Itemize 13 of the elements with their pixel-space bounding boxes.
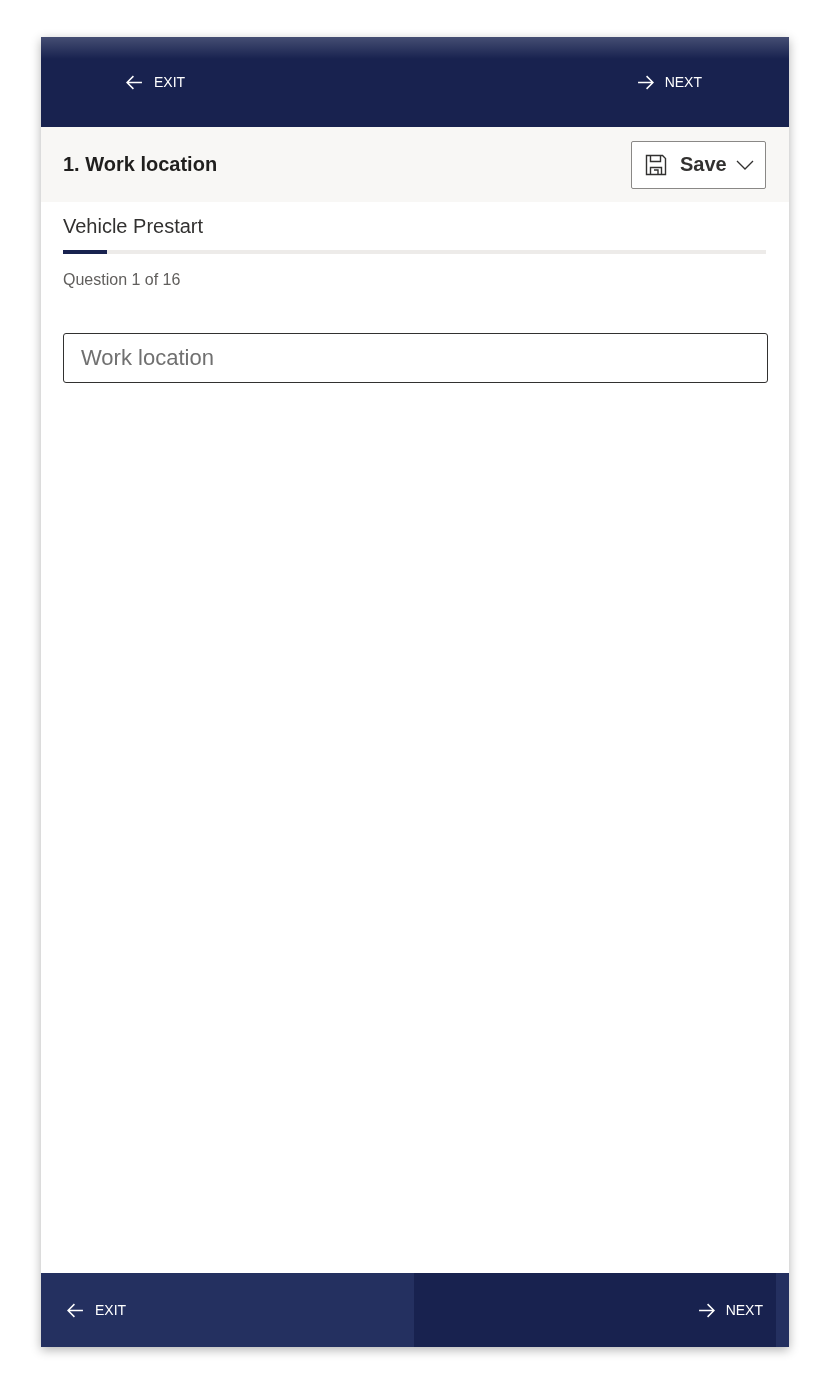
- nav-button[interactable]: NEXT: [636, 70, 702, 94]
- question-title: 1. Work location: [63, 153, 218, 176]
- save-button[interactable]: Save: [631, 140, 766, 189]
- nav-button[interactable]: NEXT: [414, 1273, 776, 1347]
- chevron-down-icon: [736, 159, 754, 170]
- arrow-left-icon: [67, 1302, 84, 1318]
- input-field[interactable]: Work location: [63, 333, 768, 383]
- nav-button[interactable]: EXIT: [126, 70, 186, 94]
- arrow-left-icon: [126, 74, 143, 90]
- arrow-right-icon: [636, 74, 654, 90]
- arrow-right-icon: [697, 1302, 715, 1318]
- question-counter: Question 1 of 16: [63, 270, 181, 290]
- form-name: Vehicle Prestart: [63, 214, 204, 239]
